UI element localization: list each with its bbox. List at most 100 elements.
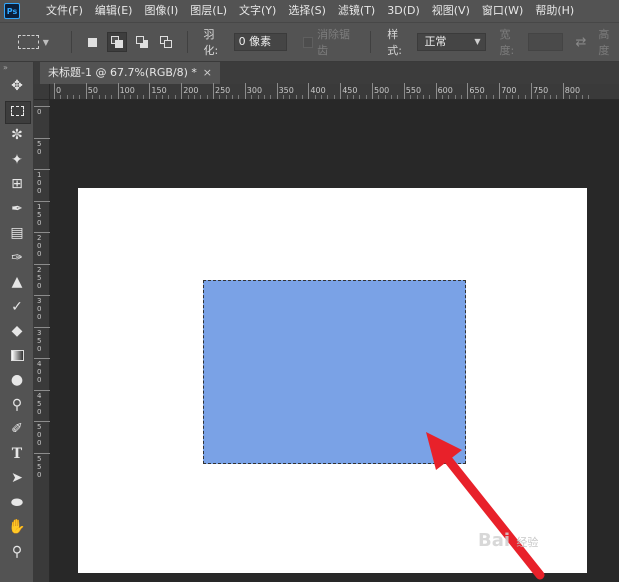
ruler-minor-tick [397, 95, 399, 99]
chevron-down-icon: ▼ [474, 37, 481, 46]
brush-tool-icon[interactable]: ✑ [0, 246, 34, 271]
ruler-tick [213, 83, 214, 99]
ruler-minor-tick [187, 95, 189, 99]
type-tool-icon[interactable]: T [0, 442, 34, 467]
ruler-minor-tick [505, 95, 507, 99]
ruler-label: 250 [215, 86, 231, 95]
ruler-minor-tick [60, 95, 62, 99]
ruler-minor-tick [302, 95, 304, 99]
swap-icon[interactable]: ⇄ [575, 35, 586, 50]
ruler-label: 400 [310, 86, 326, 95]
dodge-tool-icon[interactable]: ⚲ [0, 393, 34, 418]
rectangular-selection[interactable] [203, 280, 466, 464]
ruler-minor-tick [537, 95, 539, 99]
ruler-minor-tick [473, 95, 475, 99]
width-label: 宽度: [499, 28, 515, 57]
ruler-minor-tick [486, 95, 488, 99]
width-input[interactable] [527, 33, 564, 51]
ruler-minor-tick [174, 95, 176, 99]
history-brush-tool-icon[interactable]: ✓ [0, 295, 34, 320]
watermark-brand: Bai [478, 530, 511, 551]
magic-wand-tool-icon[interactable]: ✦ [0, 148, 34, 173]
menu-window[interactable]: 窗口(W) [476, 0, 529, 22]
new-selection-button[interactable] [82, 32, 103, 52]
pen-tool-icon[interactable]: ✐ [0, 417, 34, 442]
ruler-minor-tick [461, 95, 463, 99]
move-tool-icon[interactable]: ✥ [0, 74, 34, 99]
ruler-label: 0 [37, 108, 42, 116]
menu-help[interactable]: 帮助(H) [529, 0, 580, 22]
intersect-selection-button[interactable] [156, 32, 177, 52]
menu-edit[interactable]: 编辑(E) [89, 0, 139, 22]
ruler-tick [34, 263, 50, 265]
hand-tool-icon[interactable]: ✋ [0, 515, 34, 540]
gradient-tool-icon[interactable] [0, 344, 34, 369]
menu-filter[interactable]: 滤镜(T) [332, 0, 381, 22]
subtract-selection-icon [135, 36, 148, 48]
ruler-label: 350 [278, 86, 294, 95]
subtract-selection-button[interactable] [131, 32, 152, 52]
intersect-selection-icon [160, 36, 173, 48]
antialias-checkbox[interactable] [302, 36, 314, 48]
ruler-minor-tick [79, 95, 81, 99]
watermark-sub: 经验 [516, 536, 539, 549]
document-tab-bar: 未标题-1 @ 67.7%(RGB/8) * × [34, 62, 619, 84]
ruler-minor-tick [333, 95, 335, 99]
ruler-minor-tick [289, 95, 291, 99]
menu-view[interactable]: 视图(V) [426, 0, 476, 22]
ruler-tick [467, 83, 469, 99]
menu-image[interactable]: 图像(I) [138, 0, 184, 22]
menu-file[interactable]: 文件(F) [40, 0, 89, 22]
eyedropper-tool-icon[interactable]: ✒ [0, 197, 34, 222]
ellipse-tool-icon[interactable]: ⬬ [0, 491, 34, 516]
ruler-minor-tick [206, 95, 208, 99]
path-selection-tool-icon[interactable]: ➤ [0, 466, 34, 491]
ruler-label: 0 [37, 305, 42, 313]
ruler-minor-tick [378, 95, 380, 99]
menu-type[interactable]: 文字(Y) [233, 0, 282, 22]
ruler-label: 0 [37, 431, 42, 439]
crop-tool-icon[interactable]: ⊞ [0, 172, 34, 197]
menu-select[interactable]: 选择(S) [282, 0, 332, 22]
height-label: 高度 [598, 28, 610, 57]
add-selection-icon [110, 36, 123, 48]
ruler-origin[interactable] [34, 84, 50, 100]
add-to-selection-button[interactable] [106, 32, 128, 52]
style-select[interactable]: 正常 ▼ [417, 33, 486, 51]
marquee-preset-icon[interactable] [18, 35, 39, 49]
ruler-label: 300 [246, 86, 263, 95]
horizontal-ruler[interactable]: 0 50 100 150 200 250 300 350 400 450 500 550 600 650 7… [50, 83, 619, 100]
ruler-minor-tick [168, 95, 170, 99]
ruler-minor-tick [556, 95, 558, 99]
ruler-minor-tick [123, 95, 125, 99]
ruler-minor-tick [92, 95, 94, 99]
feather-input[interactable]: 0 像素 [233, 33, 287, 51]
ruler-minor-tick [518, 95, 520, 99]
ruler-minor-tick [130, 95, 132, 99]
zoom-tool-icon[interactable]: ⚲ [0, 540, 34, 565]
menu-3d[interactable]: 3D(D) [381, 0, 426, 22]
document-tab[interactable]: 未标题-1 @ 67.7%(RGB/8) * × [40, 62, 220, 84]
close-icon[interactable]: × [203, 62, 212, 84]
panel-collapse-icon[interactable]: » [0, 62, 33, 74]
ruler-tick [34, 169, 50, 170]
clone-stamp-tool-icon[interactable]: ▲ [0, 270, 34, 295]
lasso-tool-icon[interactable]: ✼ [0, 123, 34, 148]
ruler-label: 0 [37, 250, 42, 258]
ruler-label: 4 [37, 360, 42, 368]
chevron-down-icon[interactable]: ▼ [43, 38, 49, 47]
ruler-tick [34, 452, 50, 454]
ruler-minor-tick [232, 95, 234, 99]
menu-layer[interactable]: 图层(L) [184, 0, 233, 22]
healing-brush-tool-icon[interactable]: ▤ [0, 221, 34, 246]
ruler-tick [34, 389, 50, 391]
eraser-tool-icon[interactable]: ◆ [0, 319, 34, 344]
ruler-minor-tick [569, 95, 571, 99]
vertical-ruler[interactable]: 050100150200250300350400450500550 [34, 100, 50, 582]
ruler-minor-tick [98, 95, 100, 99]
marquee-tool-icon[interactable] [0, 99, 34, 123]
blur-tool-icon[interactable]: ● [0, 368, 34, 393]
ruler-label: 750 [533, 86, 549, 95]
ruler-minor-tick [346, 95, 348, 99]
ruler-minor-tick [588, 95, 590, 99]
